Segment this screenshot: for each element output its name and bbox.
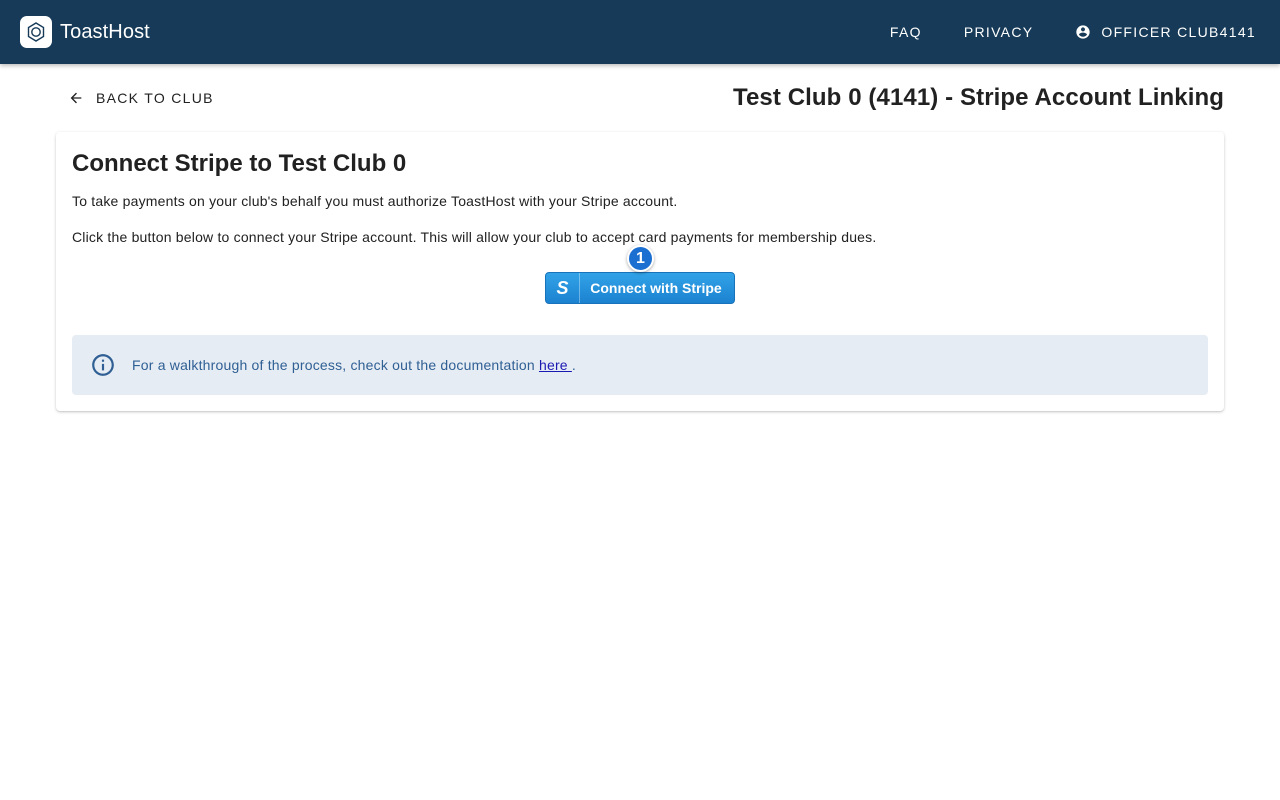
brand[interactable]: ToastHost (20, 16, 150, 48)
nav-faq-button[interactable]: FAQ (869, 14, 943, 50)
connect-with-stripe-label: Connect with Stripe (590, 280, 722, 296)
connect-with-stripe-button[interactable]: S Connect with Stripe (545, 272, 735, 304)
connect-instructions-paragraph: Click the button below to connect your S… (72, 229, 877, 245)
info-alert: For a walkthrough of the process, check … (72, 335, 1208, 395)
card-title: Connect Stripe to Test Club 0 (72, 150, 407, 177)
arrow-left-icon (68, 90, 84, 106)
stripe-connect-card: Connect Stripe to Test Club 0 To take pa… (56, 132, 1224, 411)
back-to-club-label: BACK TO CLUB (96, 90, 214, 106)
top-nav: FAQ PRIVACY OFFICER CLUB4141 (869, 0, 1268, 64)
back-to-club-button[interactable]: BACK TO CLUB (68, 86, 214, 110)
app-bar: ToastHost FAQ PRIVACY OFFICER CLUB4141 (0, 0, 1280, 64)
info-text-before: For a walkthrough of the process, check … (132, 357, 539, 373)
info-icon (90, 352, 116, 378)
app-name: ToastHost (60, 20, 150, 43)
account-circle-icon (1075, 24, 1091, 40)
stripe-logo-icon: S (546, 273, 580, 303)
page-title: Test Club 0 (4141) - Stripe Account Link… (732, 84, 1224, 111)
authorize-paragraph: To take payments on your club's behalf y… (72, 193, 678, 209)
step-badge: 1 (627, 245, 654, 272)
toasthost-logo-icon (20, 16, 52, 48)
info-text-after: . (571, 357, 576, 373)
user-menu-button[interactable]: OFFICER CLUB4141 (1054, 14, 1268, 50)
nav-privacy-button[interactable]: PRIVACY (943, 14, 1055, 50)
info-alert-text: For a walkthrough of the process, check … (132, 357, 576, 373)
stripe-logo-glyph: S (556, 277, 569, 298)
documentation-link[interactable]: here (539, 357, 572, 373)
user-menu-label: OFFICER CLUB4141 (1101, 24, 1256, 40)
